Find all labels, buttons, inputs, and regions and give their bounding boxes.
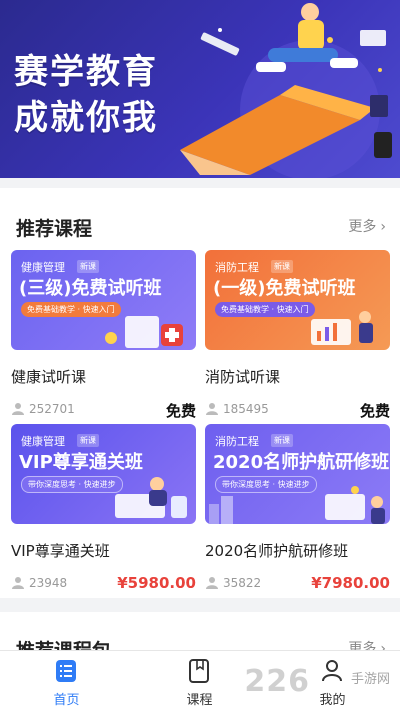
medical-illustration xyxy=(105,316,183,348)
app-screen: 赛学教育 成就你我 推荐课程 更多 › 健康管理 新课 (三级)免费试听班 免费… xyxy=(0,0,400,711)
bottom-tab-bar: 首页 课程 我的 xyxy=(0,650,400,711)
course-thumbnail: 消防工程 新课 2020名师护航研修班 带你深度思考 · 快速进步 xyxy=(205,424,390,524)
course-name: 消防试听课 xyxy=(205,368,281,386)
course-thumbnail: 健康管理 新课 VIP尊享通关班 带你深度思考 · 快速进步 xyxy=(11,424,196,524)
course-headline: VIP尊享通关班 xyxy=(19,452,143,473)
banner-title-line2: 成就你我 xyxy=(14,98,158,138)
course-category: 健康管理 xyxy=(21,435,65,448)
course-category: 消防工程 xyxy=(215,261,259,274)
course-name: 健康试听课 xyxy=(11,368,87,386)
recommended-courses-section: 推荐课程 更多 › 健康管理 新课 (三级)免费试听班 免费基础教学 · 快速入门 xyxy=(0,188,400,598)
user-icon xyxy=(322,660,342,682)
course-card[interactable]: 消防工程 新课 2020名师护航研修班 带你深度思考 · 快速进步 2020名师… xyxy=(205,424,390,592)
course-stats: 35822 ¥7980.00 xyxy=(205,574,390,594)
course-name: VIP尊享通关班 xyxy=(11,542,110,560)
course-stats: 252701 免费 xyxy=(11,400,196,420)
tab-label: 首页 xyxy=(53,693,80,708)
course-price: ¥7980.00 xyxy=(311,574,390,592)
enroll-count: 35822 xyxy=(223,576,262,590)
course-thumbnail: 健康管理 新课 (三级)免费试听班 免费基础教学 · 快速入门 xyxy=(11,250,196,350)
city-illustration xyxy=(209,486,385,524)
new-badge: 新课 xyxy=(271,260,293,273)
course-headline: (三级)免费试听班 xyxy=(19,278,162,299)
course-tagline: 带你深度思考 · 快速进步 xyxy=(21,476,123,493)
hero-banner[interactable]: 赛学教育 成就你我 xyxy=(0,0,400,178)
course-tagline: 免费基础教学 · 快速入门 xyxy=(215,302,315,317)
course-price: 免费 xyxy=(165,402,196,420)
course-category: 消防工程 xyxy=(215,435,259,448)
course-price: 免费 xyxy=(359,402,390,420)
course-stats: 185495 免费 xyxy=(205,400,390,420)
new-badge: 新课 xyxy=(271,434,293,447)
more-label: 更多 xyxy=(348,219,377,235)
course-stats: 23948 ¥5980.00 xyxy=(11,574,196,594)
enroll-count: 23948 xyxy=(29,576,68,590)
section-divider xyxy=(0,598,400,612)
banner-title-line1: 赛学教育 xyxy=(14,52,158,92)
course-category: 健康管理 xyxy=(21,261,65,274)
course-card[interactable]: 消防工程 新课 (一级)免费试听班 免费基础教学 · 快速入门 消防试听课 18… xyxy=(205,250,390,420)
enroll-count: 252701 xyxy=(29,402,75,416)
user-count-icon xyxy=(206,403,218,415)
enroll-count: 185495 xyxy=(223,402,269,416)
course-headline: (一级)免费试听班 xyxy=(213,278,356,299)
watermark-text: 手游网 xyxy=(350,672,390,687)
new-badge: 新课 xyxy=(77,260,99,273)
banner-illustration xyxy=(180,3,392,178)
vip-illustration xyxy=(115,477,187,518)
tab-home[interactable]: 首页 xyxy=(0,651,133,711)
user-count-icon xyxy=(12,577,24,589)
book-icon xyxy=(189,659,209,683)
course-card[interactable]: 健康管理 新课 (三级)免费试听班 免费基础教学 · 快速入门 健康试听课 25… xyxy=(11,250,196,420)
new-badge: 新课 xyxy=(77,434,99,447)
more-link[interactable]: 更多 › xyxy=(348,216,386,236)
course-thumbnail: 消防工程 新课 (一级)免费试听班 免费基础教学 · 快速入门 xyxy=(205,250,390,350)
firefighting-illustration xyxy=(311,311,373,345)
watermark-logo: 226 xyxy=(244,664,310,699)
course-price: ¥5980.00 xyxy=(117,574,196,592)
chevron-right-icon: › xyxy=(380,219,386,235)
home-list-icon xyxy=(56,660,76,682)
user-count-icon xyxy=(12,403,24,415)
user-count-icon xyxy=(206,577,218,589)
course-headline: 2020名师护航研修班 xyxy=(213,452,390,473)
section-header: 推荐课程 更多 › xyxy=(0,188,400,258)
section-title: 推荐课程 xyxy=(16,218,93,240)
course-name: 2020名师护航研修班 xyxy=(205,542,349,560)
course-card[interactable]: 健康管理 新课 VIP尊享通关班 带你深度思考 · 快速进步 VIP尊享通关班 … xyxy=(11,424,196,592)
